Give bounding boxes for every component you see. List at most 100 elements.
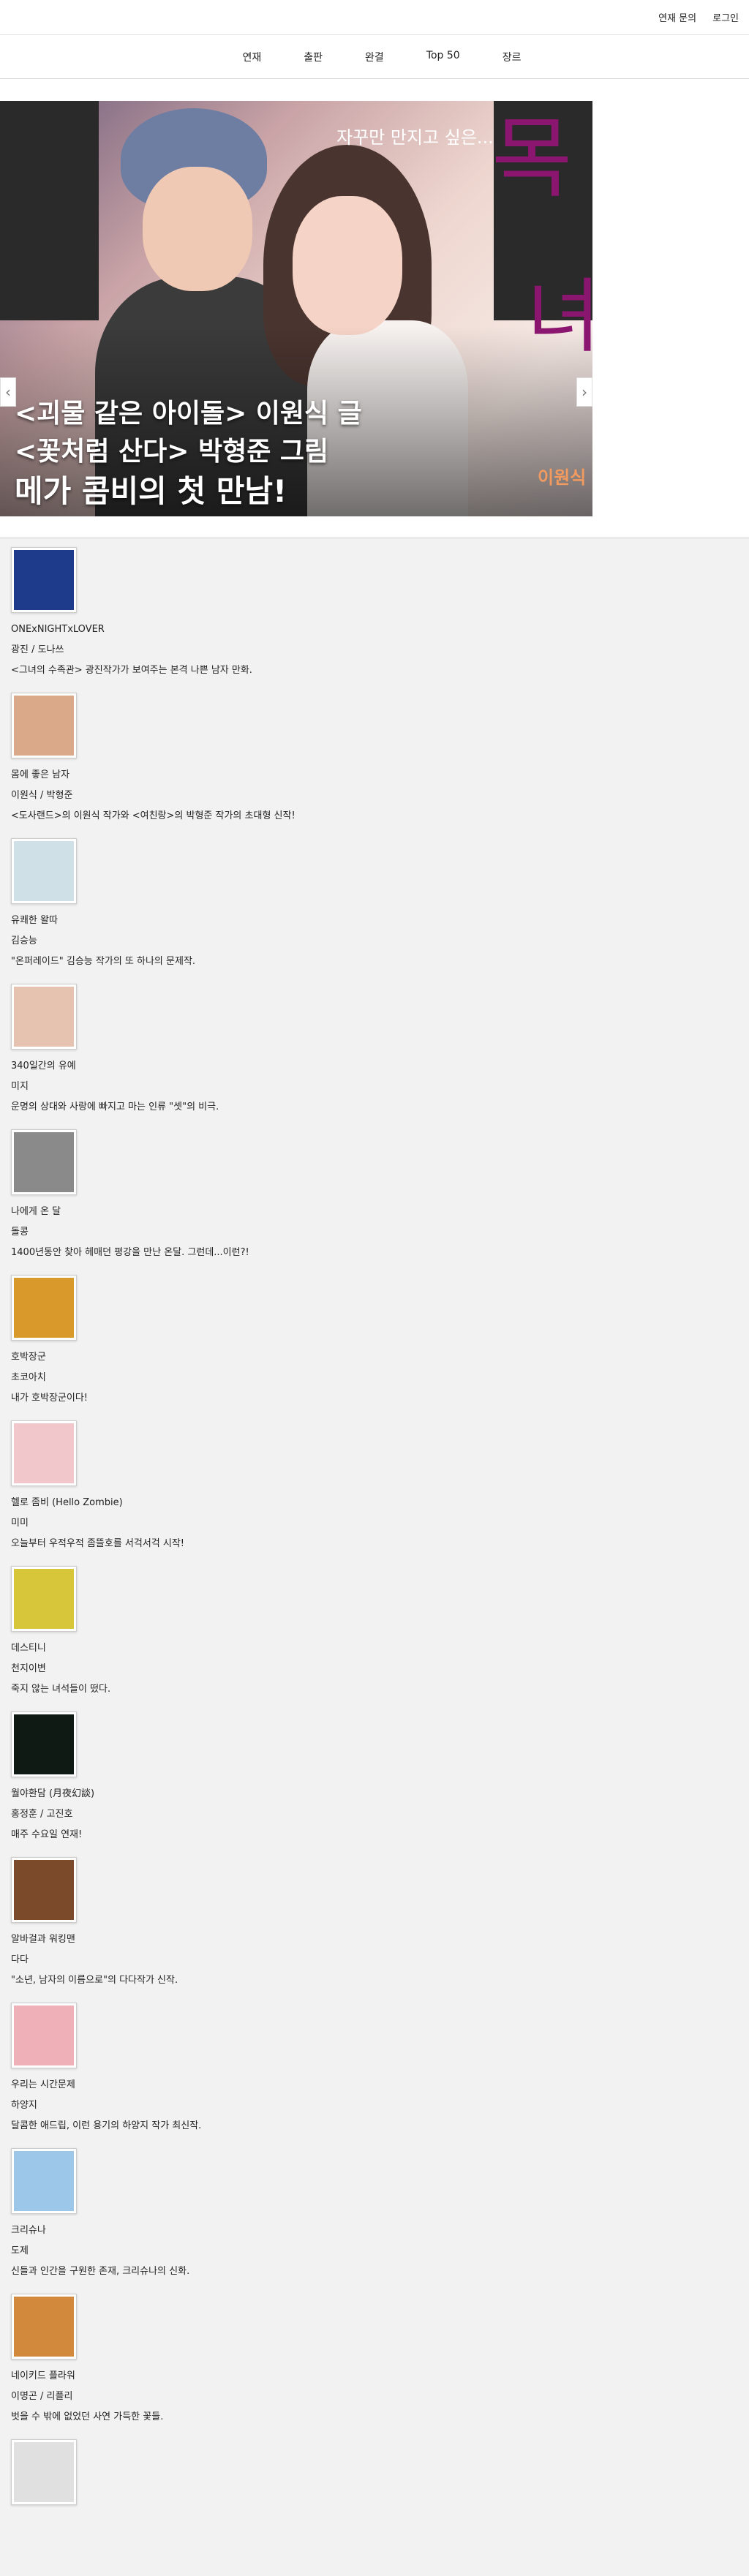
comic-title[interactable]: 네이키드 플라워: [11, 2366, 749, 2387]
comic-cover-image: [14, 1278, 74, 1338]
comic-title[interactable]: 나에게 온 달: [11, 1202, 749, 1222]
comic-description: 신들과 인간을 구원한 존재, 크리슈나의 신화.: [11, 2266, 190, 2277]
boy-face: [143, 167, 252, 291]
comic-description: 내가 호박장군이다!: [11, 1393, 89, 1404]
comic-cover-image: [14, 2297, 74, 2357]
comic-description: "소년, 남자의 이름으로"의 다다작가 신작.: [11, 1975, 178, 1986]
list-item[interactable]: 유쾌한 왈따김승능 "온퍼레이드" 김승능 작가의 또 하나의 문제작.: [11, 829, 749, 975]
comic-thumbnail[interactable]: [11, 693, 77, 758]
comic-title[interactable]: 크리슈나: [11, 2221, 749, 2241]
comic-cover-image: [14, 987, 74, 1047]
comic-description: 1400년동안 찾아 헤매던 평강을 만난 온달. 그런데...이런?!: [11, 1247, 249, 1258]
comic-title[interactable]: 월야환담 (月夜幻談): [11, 1784, 749, 1804]
comic-thumbnail[interactable]: [11, 1420, 77, 1486]
main-nav: 연재 출판 완결 Top 50 장르: [0, 35, 749, 79]
comic-author: 천지이변: [11, 1663, 46, 1674]
comic-cover-image: [14, 841, 74, 901]
banner-logo-glyph-2: 녀: [527, 270, 592, 364]
comic-description: "온퍼레이드" 김승능 작가의 또 하나의 문제작.: [11, 956, 196, 967]
banner-side-left: [0, 101, 99, 320]
comic-title[interactable]: 호박장군: [11, 1347, 749, 1368]
comic-description: 오늘부터 우적우적 좀뜰호를 서걱서걱 시작!: [11, 1538, 185, 1549]
comic-description: 운명의 상대와 사랑에 빠지고 마는 인류 "셋"의 비극.: [11, 1101, 219, 1112]
comic-thumbnail[interactable]: [11, 2003, 77, 2068]
comic-cover-image: [14, 2442, 74, 2502]
comic-cover-image: [14, 550, 74, 610]
comic-cover-image: [14, 1132, 74, 1192]
list-item[interactable]: 나에게 온 달돌콩 1400년동안 찾아 헤매던 평강을 만난 온달. 그런데..…: [11, 1121, 749, 1266]
comic-author: 이명곤 / 리플리: [11, 2391, 73, 2402]
top-bar: 연재 문의 로그인: [0, 0, 749, 35]
comic-thumbnail[interactable]: [11, 1129, 77, 1195]
comic-cover-image: [14, 1569, 74, 1629]
comic-description: <그녀의 수족관> 광진작가가 보여주는 본격 나쁜 남자 만화.: [11, 665, 252, 676]
comic-title[interactable]: 알바걸과 워킹맨: [11, 1929, 749, 1950]
list-item[interactable]: [11, 2430, 749, 2576]
comic-author: 돌콩: [11, 1227, 29, 1238]
list-item[interactable]: 몸에 좋은 남자이원식 / 박형준 <도사랜드>의 이원식 작가와 <여친랑>의 …: [11, 684, 749, 829]
comic-description: 죽지 않는 녀석들이 떴다.: [11, 1684, 111, 1695]
comic-title[interactable]: 우리는 시간문제: [11, 2075, 749, 2095]
hero-section: 자꾸만 만지고 싶은... 목 녀 <괴물 같은 아이돌> 이원식 글 <꽃처럼…: [0, 79, 749, 538]
comic-thumbnail[interactable]: [11, 1857, 77, 1923]
comic-thumbnail[interactable]: [11, 984, 77, 1050]
comic-thumbnail[interactable]: [11, 1711, 77, 1777]
nav-item-genre[interactable]: 장르: [503, 50, 522, 64]
comic-cover-image: [14, 2151, 74, 2211]
comic-author: 도제: [11, 2245, 29, 2256]
girl-face: [293, 196, 402, 335]
list-item[interactable]: 알바걸과 워킹맨다다 "소년, 남자의 이름으로"의 다다작가 신작.: [11, 1848, 749, 1994]
comic-cover-image: [14, 1860, 74, 1920]
comic-thumbnail[interactable]: [11, 2148, 77, 2214]
comic-title[interactable]: 데스티니: [11, 1638, 749, 1659]
list-item[interactable]: 헬로 좀비 (Hello Zombie) 미미오늘부터 우적우적 좀뜰호를 서걱서…: [11, 1412, 749, 1557]
comic-list: ONExNIGHTxLOVER 광진 / 도나쓰 <그녀의 수족관> 광진작가가 보…: [0, 538, 749, 2576]
comic-author: 초코아치: [11, 1372, 46, 1383]
comic-description: 매주 수요일 연재!: [11, 1829, 83, 1840]
nav-item-serial[interactable]: 연재: [243, 50, 262, 64]
comic-title[interactable]: 몸에 좋은 남자: [11, 765, 749, 786]
comic-thumbnail[interactable]: [11, 1275, 77, 1341]
list-item[interactable]: 데스티니천지이변죽지 않는 녀석들이 떴다.: [11, 1557, 749, 1703]
comic-author: 이원식 / 박형준: [11, 790, 73, 801]
list-item[interactable]: 월야환담 (月夜幻談) 홍정훈 / 고진호 매주 수요일 연재!: [11, 1703, 749, 1848]
comic-title[interactable]: ONExNIGHTxLOVER: [11, 619, 749, 640]
comic-thumbnail[interactable]: [11, 1566, 77, 1632]
banner-author: 이원식: [538, 467, 587, 488]
comic-cover-image: [14, 1423, 74, 1483]
list-item[interactable]: 호박장군초코아치내가 호박장군이다!: [11, 1266, 749, 1412]
list-item[interactable]: 네이키드 플라워이명곤 / 리플리벗을 수 밖에 없었던 사연 가득한 꽃들.: [11, 2285, 749, 2430]
comic-thumbnail[interactable]: [11, 2439, 77, 2505]
list-item[interactable]: ONExNIGHTxLOVER 광진 / 도나쓰 <그녀의 수족관> 광진작가가 보…: [11, 538, 749, 684]
comic-author: 광진 / 도나쓰: [11, 644, 64, 655]
comic-author: 다다: [11, 1954, 29, 1965]
banner-logo-glyph: 목: [492, 108, 573, 210]
comic-thumbnail[interactable]: [11, 838, 77, 904]
comic-description: <도사랜드>의 이원식 작가와 <여친랑>의 박형준 작가의 초대형 신작!: [11, 810, 296, 821]
nav-item-top50[interactable]: Top 50: [426, 50, 460, 64]
list-item[interactable]: 크리슈나도제신들과 인간을 구원한 존재, 크리슈나의 신화.: [11, 2139, 749, 2285]
list-item[interactable]: 340일간의 유예미지운명의 상대와 사랑에 빠지고 마는 인류 "셋"의 비극…: [11, 975, 749, 1121]
prev-arrow-icon[interactable]: ‹: [0, 377, 16, 407]
contact-link[interactable]: 연재 문의: [658, 10, 696, 24]
comic-author: 하양지: [11, 2100, 37, 2111]
comic-description: 벗을 수 밖에 없었던 사연 가득한 꽃들.: [11, 2411, 164, 2422]
banner-line-1: <괴물 같은 아이돌> 이원식 글: [15, 399, 362, 429]
comic-title[interactable]: 340일간의 유예: [11, 1056, 749, 1077]
comic-author: 미미: [11, 1518, 29, 1529]
comic-author: 김승능: [11, 935, 37, 946]
comic-title[interactable]: 유쾌한 왈따: [11, 911, 749, 931]
list-item[interactable]: 우리는 시간문제 하양지 달콤한 애드립, 이런 용기의 하양지 작가 최신작.: [11, 1994, 749, 2139]
next-arrow-icon[interactable]: ›: [576, 377, 592, 407]
banner-tagline: 자꾸만 만지고 싶은...: [336, 127, 494, 148]
comic-thumbnail[interactable]: [11, 547, 77, 613]
comic-thumbnail[interactable]: [11, 2294, 77, 2360]
nav-item-complete[interactable]: 완결: [365, 50, 384, 64]
nav-item-publish[interactable]: 출판: [304, 50, 323, 64]
banner-line-3: 메가 콤비의 첫 만남!: [15, 473, 287, 509]
comic-author: 미지: [11, 1081, 29, 1092]
comic-title[interactable]: 헬로 좀비 (Hello Zombie): [11, 1493, 749, 1513]
banner-line-2: <꽃처럼 산다> 박형준 그림: [15, 437, 329, 467]
hero-banner[interactable]: 자꾸만 만지고 싶은... 목 녀 <괴물 같은 아이돌> 이원식 글 <꽃처럼…: [0, 101, 592, 516]
login-link[interactable]: 로그인: [712, 10, 739, 24]
